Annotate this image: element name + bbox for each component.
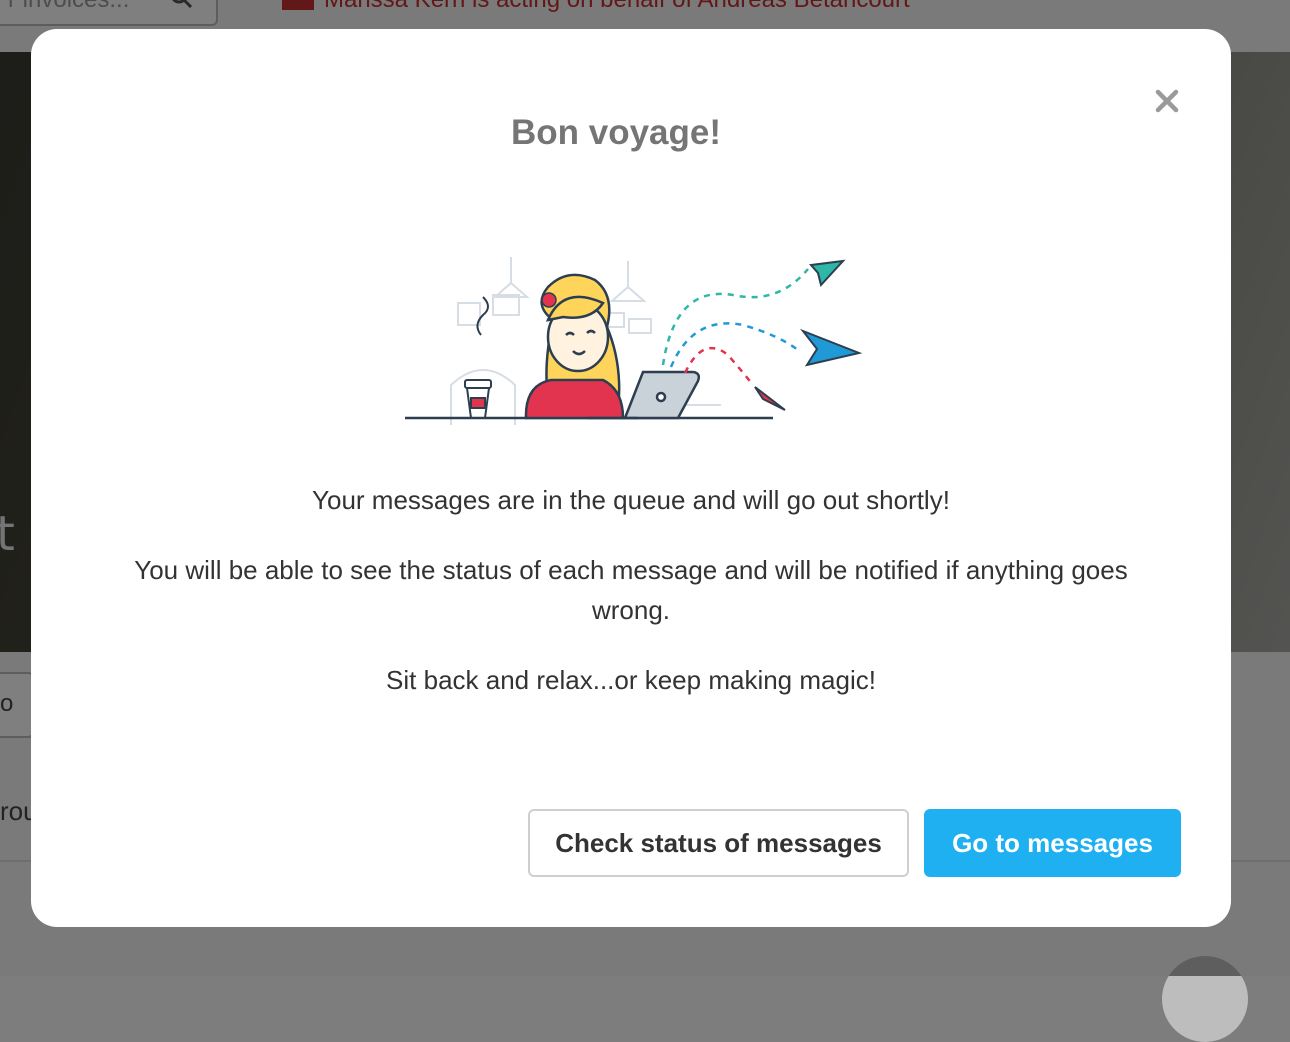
status-message: You will be able to see the status of ea… — [134, 555, 1128, 625]
close-icon[interactable] — [1151, 85, 1183, 117]
relax-message: Sit back and relax...or keep making magi… — [386, 665, 876, 695]
check-status-button[interactable]: Check status of messages — [528, 809, 909, 877]
woman-laptop-paper-planes-illustration — [405, 257, 863, 425]
confirmation-modal: Bon voyage! Your messages are in the que… — [31, 29, 1231, 927]
go-to-messages-button[interactable]: Go to messages — [924, 809, 1181, 877]
queue-message: Your messages are in the queue and will … — [312, 485, 950, 515]
modal-title: Bon voyage! — [510, 113, 722, 152]
